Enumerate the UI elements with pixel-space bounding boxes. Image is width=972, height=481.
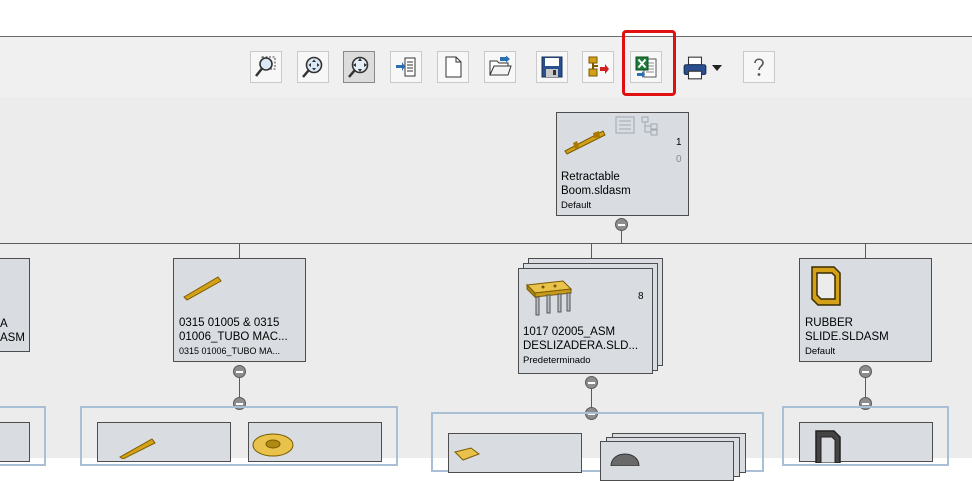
node-name-line2: DESLIZADERA.SLD...	[523, 340, 639, 352]
slide-assembly-thumbnail-icon	[525, 280, 573, 316]
swap-icon	[588, 56, 609, 77]
quantity-count: 1	[676, 137, 682, 148]
open-button[interactable]	[484, 51, 516, 83]
new-document-button[interactable]	[437, 51, 469, 83]
save-button[interactable]	[536, 51, 568, 83]
folder-open-icon	[489, 55, 512, 76]
export-excel-highlight	[622, 30, 676, 96]
tree-canvas: 1 0 Retractable Boom.sldasm Default A AS…	[0, 97, 972, 481]
connector	[0, 243, 972, 244]
node-name-line2: Boom.sldasm	[561, 185, 631, 197]
node-name-line2: SLIDE.SLDASM	[805, 331, 889, 343]
collapse-toggle[interactable]	[233, 365, 246, 378]
zoom-fit-icon	[302, 56, 323, 78]
node-name-line1: RUBBER	[805, 317, 853, 329]
child-node-card[interactable]	[0, 422, 30, 462]
zoom-area-button[interactable]	[250, 51, 282, 83]
rubber-slide-thumbnail-icon	[811, 266, 841, 306]
connector	[239, 243, 240, 258]
tube-part-thumbnail-icon	[183, 276, 222, 301]
node-configuration: Predeterminado	[523, 355, 591, 366]
node-name-line1: A	[0, 318, 8, 330]
node-configuration: 0315 01006_TUBO MA...	[179, 346, 281, 356]
tree-view-icon	[641, 116, 658, 136]
tube-part-thumbnail-icon	[119, 438, 156, 459]
block-part-thumbnail-icon	[454, 447, 481, 461]
toolbar	[0, 36, 972, 98]
replace-button[interactable]	[582, 51, 614, 83]
assembly-thumbnail-icon	[564, 130, 606, 155]
help-button[interactable]	[743, 51, 775, 83]
zoom-pan-icon	[348, 56, 369, 78]
child-node-card[interactable]	[448, 433, 582, 473]
help-icon	[754, 58, 764, 76]
chevron-down-icon[interactable]	[712, 63, 722, 73]
node-name-line1: Retractable	[561, 171, 620, 183]
list-view-icon	[615, 116, 635, 134]
zoom-pan-button[interactable]	[343, 51, 375, 83]
printer-icon	[683, 56, 707, 80]
root-node-card[interactable]: 1 0 Retractable Boom.sldasm Default	[556, 112, 689, 216]
bom-list-button[interactable]	[390, 51, 422, 83]
list-arrow-icon	[396, 57, 416, 77]
node-name-line1: 1017 02005_ASM	[523, 326, 616, 338]
node-card[interactable]: RUBBER SLIDE.SLDASM Default	[799, 258, 932, 362]
print-button[interactable]	[678, 51, 728, 83]
washer-part-thumbnail-icon	[252, 433, 294, 457]
zoom-fit-button[interactable]	[297, 51, 329, 83]
cap-part-thumbnail-icon	[610, 453, 640, 466]
quantity-count: 8	[638, 291, 644, 302]
node-configuration: Default	[805, 346, 836, 357]
collapse-toggle[interactable]	[859, 365, 872, 378]
node-name-line2: ASM	[0, 332, 25, 344]
node-name-line1: 0315 01005 & 0315	[179, 317, 280, 329]
connector	[865, 243, 866, 258]
child-node-card[interactable]	[799, 422, 933, 463]
quantity-count-secondary: 0	[676, 154, 682, 165]
child-node-card[interactable]	[97, 422, 231, 462]
page-icon	[445, 56, 462, 78]
zoom-area-icon	[255, 56, 276, 77]
node-card[interactable]: A ASM	[0, 258, 30, 352]
collapse-toggle[interactable]	[585, 376, 598, 389]
child-node-card[interactable]	[600, 441, 734, 481]
node-card[interactable]: 8 1017 02005_ASM DESLIZADERA.SLD... Pred…	[518, 268, 653, 374]
child-node-card[interactable]	[248, 422, 382, 462]
node-name-line2: 01006_TUBO MAC...	[179, 331, 288, 343]
collapse-toggle[interactable]	[615, 218, 628, 231]
connector	[591, 243, 592, 258]
node-card[interactable]: 0315 01005 & 0315 01006_TUBO MAC... 0315…	[173, 258, 306, 362]
node-configuration: Default	[561, 200, 592, 211]
save-icon	[541, 56, 563, 78]
